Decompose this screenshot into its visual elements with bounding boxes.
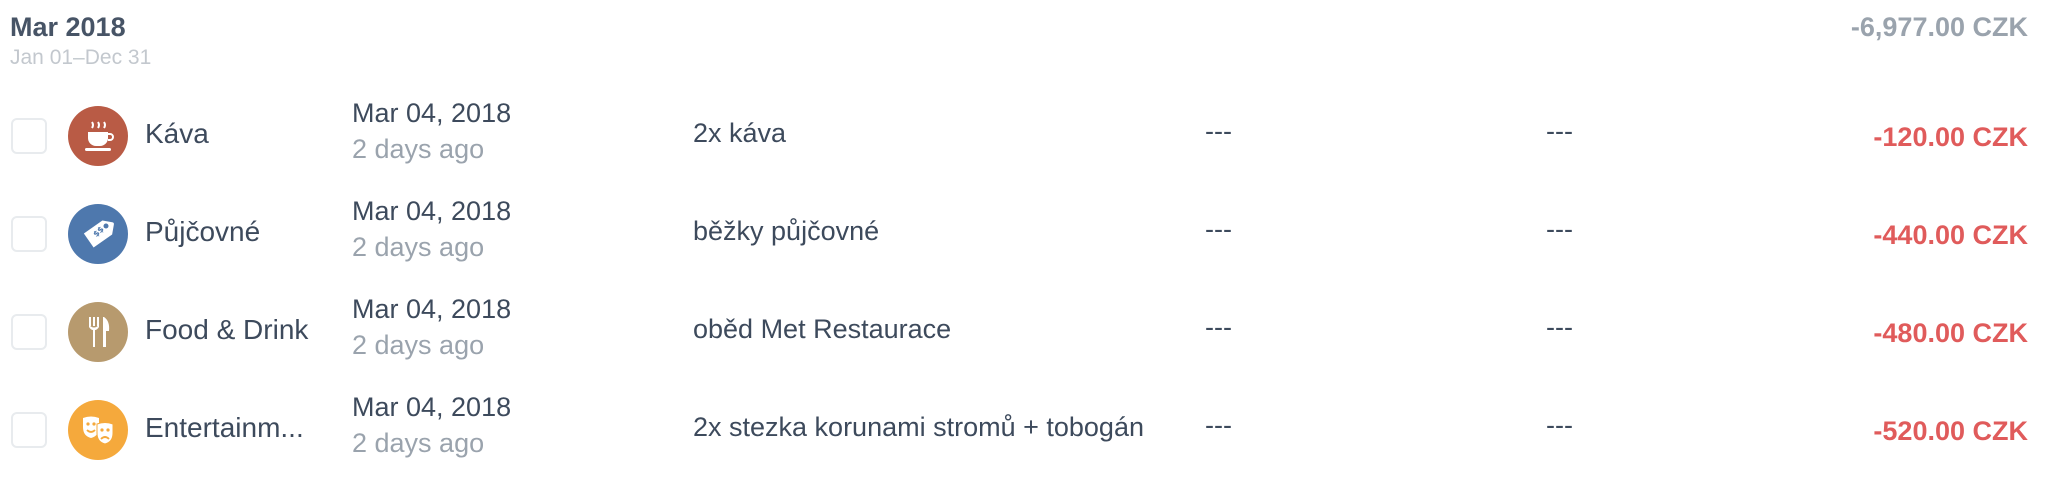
price-tag-icon: $$ [68,204,128,264]
row-checkbox[interactable] [11,118,47,154]
transaction-row[interactable]: Entertainm... Mar 04, 2018 2 days ago 2x… [0,382,2048,480]
transaction-date: Mar 04, 2018 [352,196,512,226]
empty-column-a: --- [1205,410,1232,440]
transaction-row[interactable]: $$ Půjčovné Mar 04, 2018 2 days ago běžk… [0,186,2048,284]
relative-date: 2 days ago [352,428,485,458]
transaction-amount: -440.00 CZK [1873,220,2028,250]
row-checkbox[interactable] [11,314,47,350]
relative-date: 2 days ago [352,232,485,262]
category-name: Půjčovné [145,216,261,247]
category-name: Káva [145,118,209,149]
empty-column-a: --- [1205,214,1232,244]
transaction-note: běžky půjčovné [693,216,880,246]
transaction-date: Mar 04, 2018 [352,98,512,128]
relative-date: 2 days ago [352,330,485,360]
transaction-row[interactable]: Food & Drink Mar 04, 2018 2 days ago obě… [0,284,2048,382]
coffee-cup-icon [68,106,128,166]
month-group-header: Mar 2018 Jan 01–Dec 31 -6,977.00 CZK [10,10,2038,74]
transaction-date: Mar 04, 2018 [352,294,512,324]
date-range: Jan 01–Dec 31 [10,46,152,69]
transaction-note: 2x káva [693,118,787,148]
empty-column-a: --- [1205,312,1232,342]
month-total: -6,977.00 CZK [1850,12,2028,42]
relative-date: 2 days ago [352,134,485,164]
category-name: Food & Drink [145,314,309,345]
category-name: Entertainm... [145,412,304,443]
empty-column-a: --- [1205,116,1232,146]
transaction-note: oběd Met Restaurace [693,314,952,344]
empty-column-b: --- [1546,410,1573,440]
transactions-list: Mar 2018 Jan 01–Dec 31 -6,977.00 CZK Káv… [0,0,2048,484]
transaction-amount: -520.00 CZK [1873,416,2028,446]
transaction-amount: -120.00 CZK [1873,122,2028,152]
transaction-note: 2x stezka korunami stromů + tobogán [693,412,1144,442]
row-checkbox[interactable] [11,216,47,252]
row-checkbox[interactable] [11,412,47,448]
transaction-row[interactable]: Káva Mar 04, 2018 2 days ago 2x káva ---… [0,88,2048,186]
transaction-date: Mar 04, 2018 [352,392,512,422]
month-title: Mar 2018 [10,12,126,42]
transaction-amount: -480.00 CZK [1873,318,2028,348]
empty-column-b: --- [1546,312,1573,342]
theater-masks-icon [68,400,128,460]
empty-column-b: --- [1546,214,1573,244]
empty-column-b: --- [1546,116,1573,146]
fork-knife-icon [68,302,128,362]
